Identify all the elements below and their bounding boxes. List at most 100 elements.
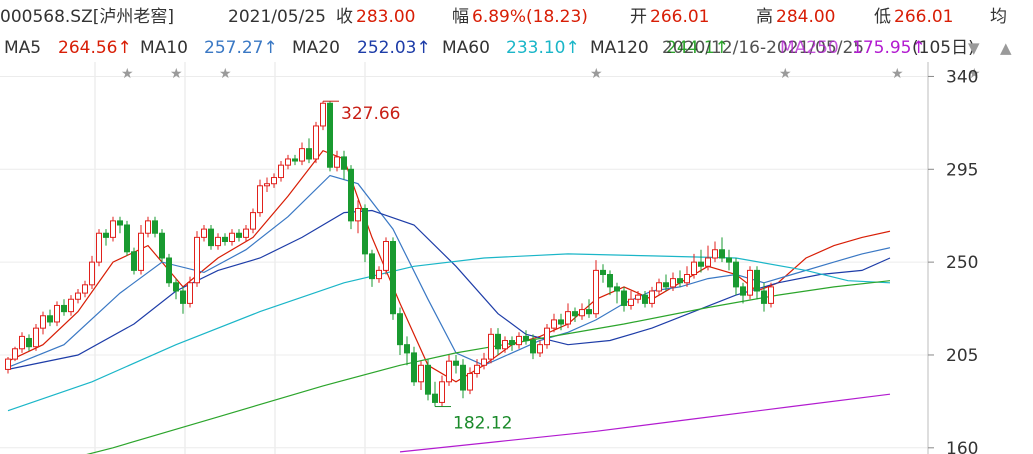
y-tick-label: 340 <box>946 67 978 87</box>
stock-id: 000568.SZ[泸州老窖] <box>0 7 175 27</box>
y-tick-label: 295 <box>946 160 978 180</box>
candle-body <box>19 335 25 350</box>
candle-body <box>642 294 648 304</box>
candle-body <box>446 360 452 383</box>
candle-body <box>348 168 354 222</box>
candle-body <box>418 364 424 383</box>
triangle-down-icon[interactable]: ▼ <box>968 38 980 58</box>
ma60-value: 233.10↑ <box>506 38 580 58</box>
candle-body <box>635 294 641 300</box>
y-tick-label: 205 <box>946 346 978 366</box>
ma120-label: MA120 <box>590 38 649 58</box>
candle-body <box>145 220 151 234</box>
candle-body <box>614 286 620 292</box>
candle-body <box>47 315 53 323</box>
candle-body <box>383 240 389 271</box>
candle-body <box>138 232 144 271</box>
candle-body <box>5 358 11 370</box>
ma5-label: MA5 <box>4 38 42 58</box>
ma10-label: MA10 <box>140 38 188 58</box>
candle-body <box>26 337 32 348</box>
candle-body <box>432 393 438 403</box>
event-star-icon: ★ <box>779 66 792 82</box>
candle-body <box>299 148 305 162</box>
open-label: 开 <box>630 7 647 27</box>
candle-body <box>670 278 676 288</box>
candle-body <box>194 236 200 284</box>
change-value: 6.89%(18.23) <box>472 7 588 27</box>
candle-body <box>677 278 683 284</box>
candle-body <box>691 261 697 276</box>
candle-body <box>747 269 753 296</box>
candlestick-chart: ★ ★ ★ ★ ★ ★ ★ 327.66182.12 340295250205160 <box>0 62 981 454</box>
candle-body <box>75 292 81 300</box>
low-label: 低 <box>874 7 891 27</box>
y-axis: 340 295 250 205 160 <box>928 67 978 454</box>
ma20-value: 252.03↑ <box>357 38 431 58</box>
candle-body <box>530 340 536 354</box>
candle-body <box>523 335 529 342</box>
candle-body <box>334 156 340 168</box>
candle-body <box>586 309 592 315</box>
candle-body <box>271 177 277 185</box>
change-label: 幅 <box>452 7 469 27</box>
candle-body <box>131 251 137 271</box>
low-value: 266.01 <box>894 7 954 27</box>
candle-body <box>460 364 466 391</box>
annotation-low: 182.12 <box>453 414 512 434</box>
candle-body <box>369 253 375 280</box>
annotation-high: 327.66 <box>341 104 400 124</box>
event-star-icon: ★ <box>121 66 134 82</box>
candle-body <box>467 373 473 391</box>
candle-body <box>180 290 186 304</box>
candle-body <box>187 282 193 304</box>
high-label: 高 <box>756 7 773 27</box>
candle-body <box>12 348 18 360</box>
candle-body <box>509 340 515 346</box>
candle-body <box>117 220 123 226</box>
candle-body <box>208 228 214 247</box>
avg-label: 均 <box>990 7 1007 27</box>
candle-body <box>600 269 606 276</box>
event-star-icon: ★ <box>891 66 904 82</box>
candle-body <box>173 282 179 292</box>
candle-body <box>33 327 39 348</box>
candle-body <box>649 290 655 304</box>
ma10-value: 257.27↑ <box>204 38 278 58</box>
candle-body <box>397 313 403 346</box>
candle-body <box>495 333 501 350</box>
candle-body <box>425 364 431 395</box>
triangle-up-icon[interactable]: ▲ <box>1000 38 1012 58</box>
candle-body <box>733 261 739 288</box>
candle-body <box>719 249 725 259</box>
ma60-label: MA60 <box>442 38 490 58</box>
candle-body <box>285 158 291 166</box>
candle-body <box>537 344 543 354</box>
candle-body <box>481 358 487 366</box>
candle-body <box>621 290 627 306</box>
event-star-icon: ★ <box>170 66 183 82</box>
candle-body <box>516 335 522 346</box>
candle-body <box>376 269 382 280</box>
y-tick-label: 160 <box>946 439 978 454</box>
ma5-value: 264.56↑ <box>58 38 132 58</box>
y-tick-label: 250 <box>946 253 978 273</box>
open-value: 266.01 <box>650 7 710 27</box>
candle-body <box>103 232 109 238</box>
candle-body <box>292 158 298 162</box>
candle-body <box>404 344 410 354</box>
candle-body <box>313 125 319 160</box>
candle-body <box>474 364 480 375</box>
candle-body <box>656 282 662 292</box>
candle-body <box>201 228 207 238</box>
candle-body <box>558 319 564 325</box>
candle-body <box>726 257 732 263</box>
candle-body <box>159 232 165 259</box>
candle-body <box>684 274 690 284</box>
candle-body <box>96 232 102 263</box>
candle-body <box>565 311 571 325</box>
candle-body <box>572 311 578 317</box>
candle-body <box>82 284 88 294</box>
candle-body <box>327 102 333 168</box>
candle-body <box>453 360 459 366</box>
